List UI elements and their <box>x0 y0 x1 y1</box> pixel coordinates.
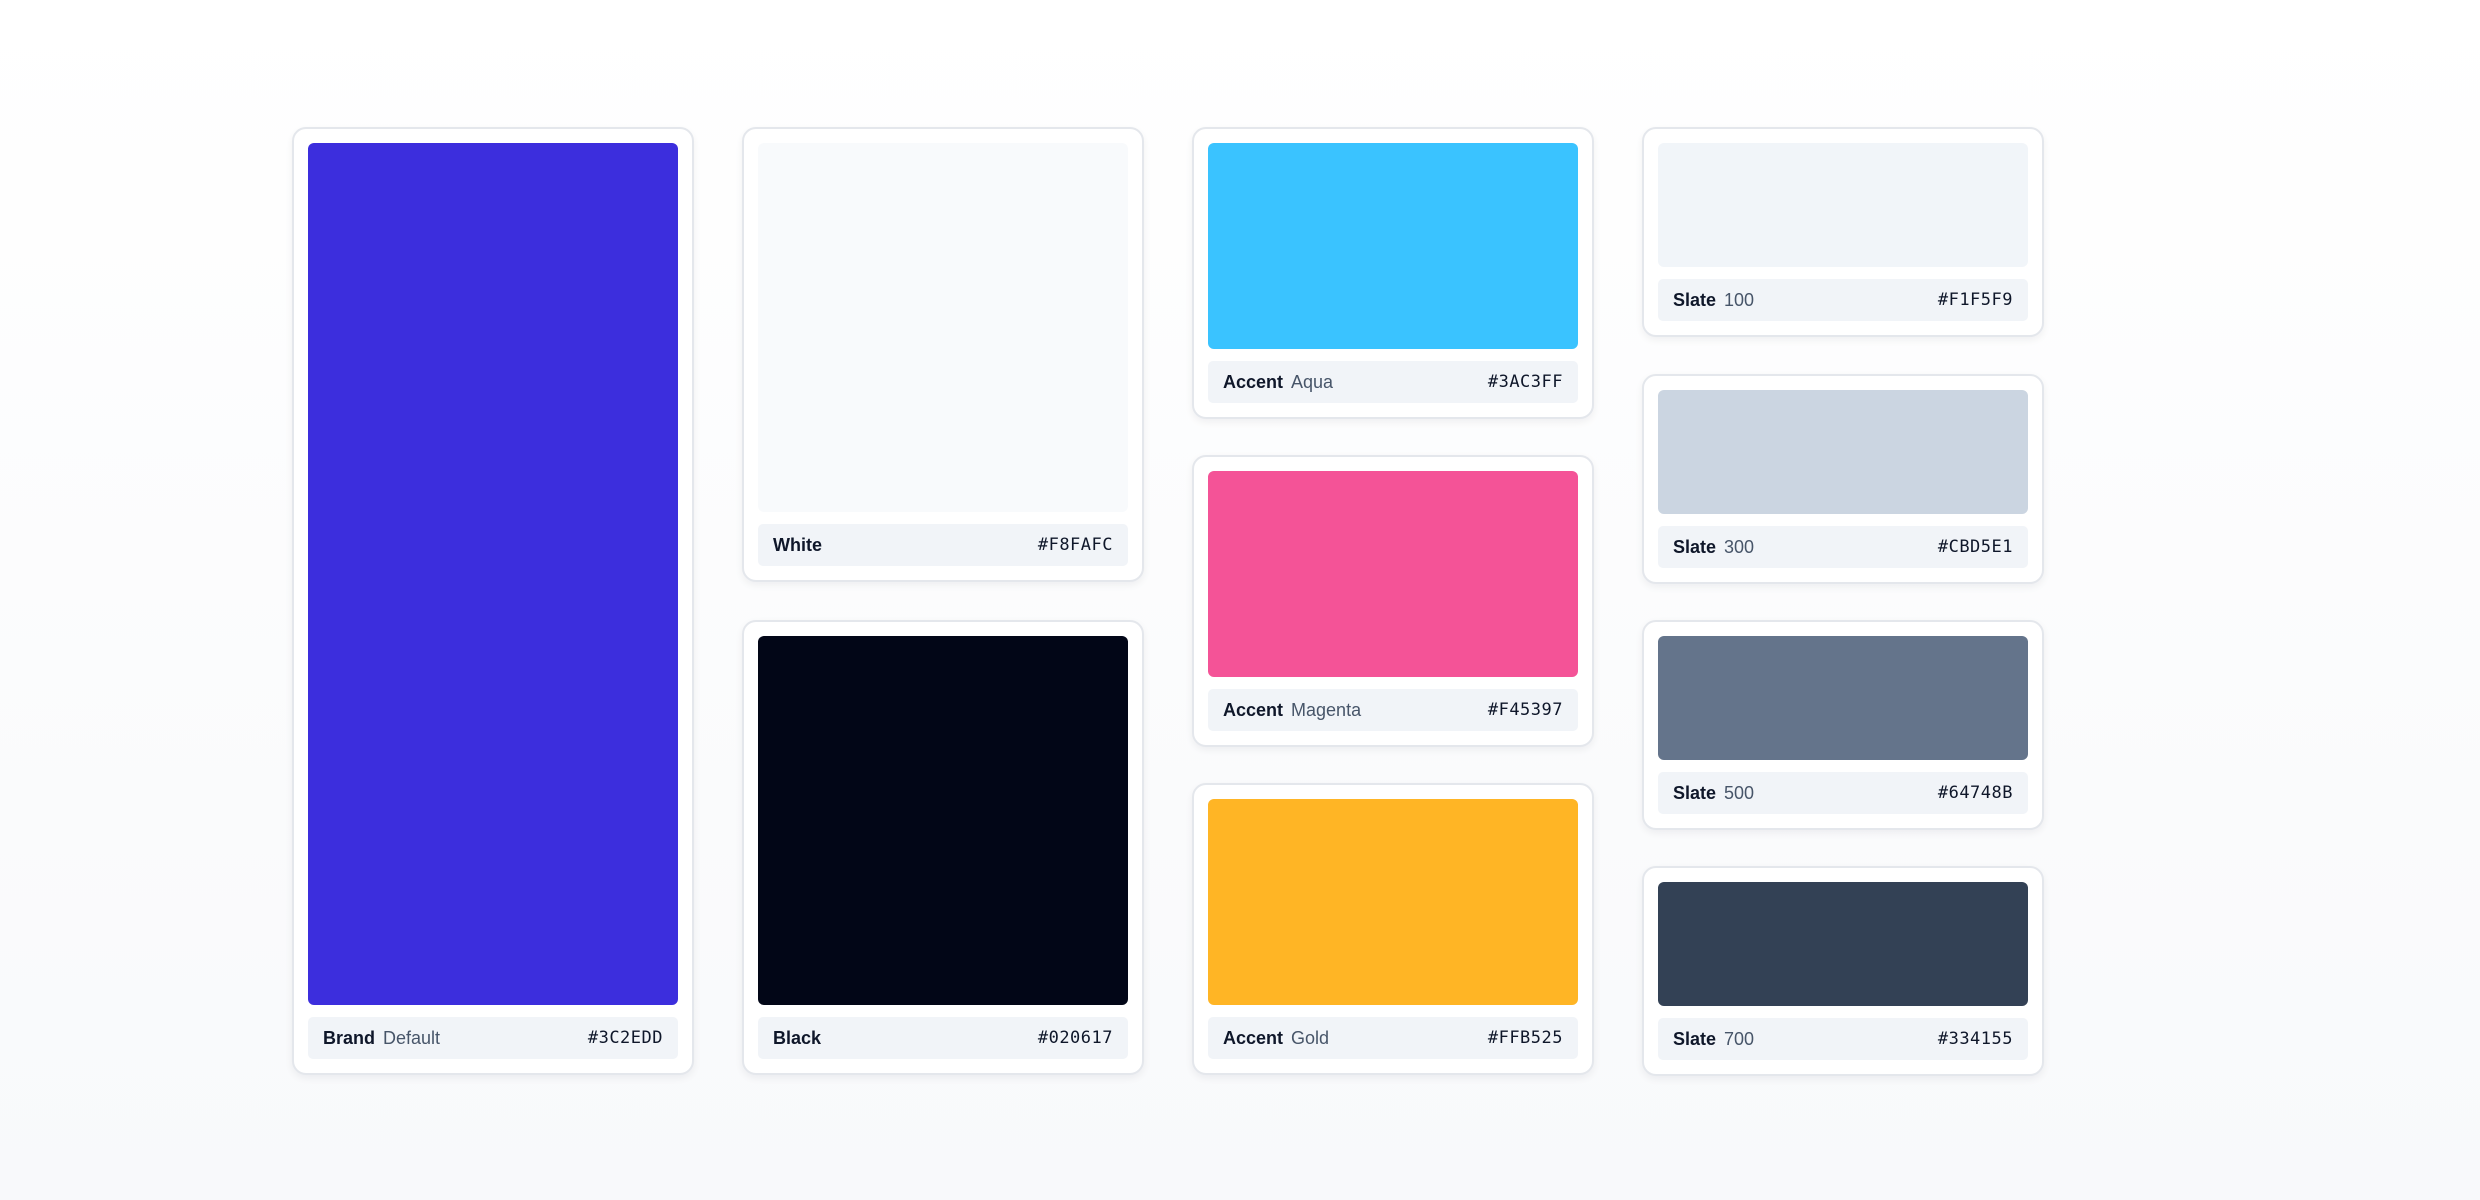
hex-value: #CBD5E1 <box>1937 537 2013 557</box>
swatch-card-accent-gold: Accent Gold #FFB525 <box>1192 783 1594 1075</box>
color-group-name: Slate <box>1673 289 1717 310</box>
hex-value: #020617 <box>1037 1028 1113 1048</box>
swatch-name: Slate 100 <box>1673 290 1754 311</box>
swatch-name: Slate 500 <box>1673 783 1754 804</box>
color-group-name: Accent <box>1223 699 1284 720</box>
color-variant-name: 300 <box>1724 536 1755 557</box>
color-swatch[interactable] <box>758 143 1128 512</box>
swatch-label-bar: Slate 300 #CBD5E1 <box>1658 526 2028 568</box>
color-group-name: Slate <box>1673 782 1717 803</box>
swatch-name: Black <box>773 1028 821 1049</box>
hex-value: #F8FAFC <box>1037 535 1113 555</box>
swatch-label-bar: White #F8FAFC <box>758 524 1128 566</box>
color-variant-name: 500 <box>1724 782 1755 803</box>
swatch-card-slate-500: Slate 500 #64748B <box>1642 620 2044 830</box>
swatch-name: Accent Magenta <box>1223 700 1361 721</box>
color-swatch[interactable] <box>1658 636 2028 760</box>
color-swatch[interactable] <box>1208 471 1578 677</box>
hex-value: #3C2EDD <box>587 1028 663 1048</box>
color-swatch[interactable] <box>1658 143 2028 267</box>
swatch-name: White <box>773 535 822 556</box>
color-swatch[interactable] <box>308 143 678 1005</box>
hex-value: #64748B <box>1937 783 2013 803</box>
color-group-name: Brand <box>323 1027 376 1048</box>
swatch-name: Brand Default <box>323 1028 440 1049</box>
color-group-name: Slate <box>1673 1028 1717 1049</box>
color-group-name: Black <box>773 1027 822 1048</box>
color-group-name: Slate <box>1673 536 1717 557</box>
swatch-label-bar: Slate 100 #F1F5F9 <box>1658 279 2028 321</box>
color-group-name: Accent <box>1223 1027 1284 1048</box>
color-group-name: White <box>773 534 822 555</box>
swatch-card-black: Black #020617 <box>742 620 1144 1075</box>
swatch-card-white: White #F8FAFC <box>742 127 1144 582</box>
color-variant-name: Default <box>383 1027 441 1048</box>
swatch-label-bar: Brand Default #3C2EDD <box>308 1017 678 1059</box>
swatch-card-slate-700: Slate 700 #334155 <box>1642 866 2044 1076</box>
swatch-label-bar: Slate 700 #334155 <box>1658 1018 2028 1060</box>
swatch-label-bar: Black #020617 <box>758 1017 1128 1059</box>
color-variant-name: 700 <box>1724 1028 1755 1049</box>
color-variant-name: Magenta <box>1291 699 1362 720</box>
swatch-card-slate-300: Slate 300 #CBD5E1 <box>1642 374 2044 584</box>
swatch-name: Slate 300 <box>1673 537 1754 558</box>
swatch-name: Slate 700 <box>1673 1029 1754 1050</box>
color-group-name: Accent <box>1223 371 1284 392</box>
color-swatch[interactable] <box>758 636 1128 1005</box>
color-variant-name: Gold <box>1291 1027 1330 1048</box>
swatch-card-accent-aqua: Accent Aqua #3AC3FF <box>1192 127 1594 419</box>
color-swatch[interactable] <box>1658 390 2028 514</box>
swatch-card-brand-default: Brand Default #3C2EDD <box>292 127 694 1075</box>
color-swatch[interactable] <box>1658 882 2028 1006</box>
hex-value: #FFB525 <box>1487 1028 1563 1048</box>
hex-value: #334155 <box>1937 1029 2013 1049</box>
hex-value: #F45397 <box>1487 700 1563 720</box>
color-variant-name: Aqua <box>1291 371 1334 392</box>
hex-value: #3AC3FF <box>1487 372 1563 392</box>
color-variant-name: 100 <box>1724 289 1755 310</box>
color-swatch[interactable] <box>1208 143 1578 349</box>
swatch-label-bar: Accent Magenta #F45397 <box>1208 689 1578 731</box>
swatch-name: Accent Gold <box>1223 1028 1329 1049</box>
swatch-name: Accent Aqua <box>1223 372 1333 393</box>
swatch-label-bar: Accent Aqua #3AC3FF <box>1208 361 1578 403</box>
swatch-label-bar: Accent Gold #FFB525 <box>1208 1017 1578 1059</box>
swatch-card-slate-100: Slate 100 #F1F5F9 <box>1642 127 2044 337</box>
color-swatch[interactable] <box>1208 799 1578 1005</box>
swatch-card-accent-magenta: Accent Magenta #F45397 <box>1192 455 1594 747</box>
swatch-label-bar: Slate 500 #64748B <box>1658 772 2028 814</box>
hex-value: #F1F5F9 <box>1937 290 2013 310</box>
